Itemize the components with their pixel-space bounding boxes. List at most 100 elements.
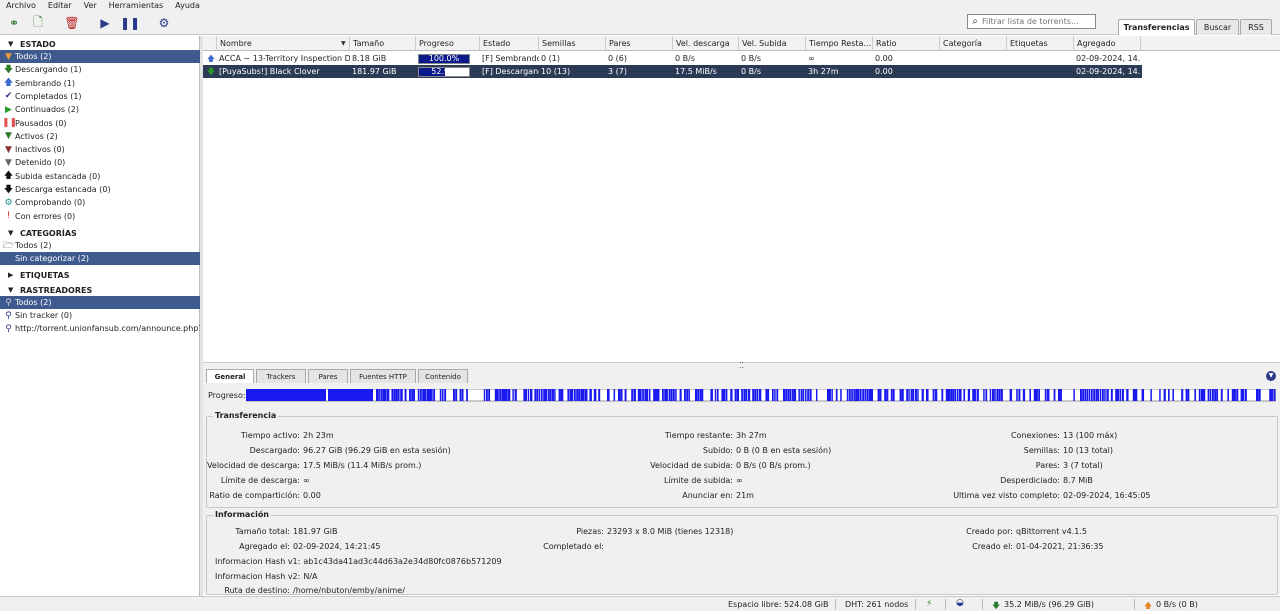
detail-field: Creado el: 01-04-2021, 21:36:35 [963, 542, 1103, 552]
column-header[interactable]: Vel. Subida [739, 36, 806, 51]
piece-block [871, 389, 874, 401]
piece-block [901, 389, 904, 401]
piece-block [508, 389, 511, 401]
tracker-item[interactable]: ⚲ Sin tracker (0) [0, 309, 200, 322]
tab-transferencias[interactable]: Transferencias [1118, 19, 1195, 35]
detail-field: Ultima vez visto completo: 02-09-2024, 16… [948, 491, 1150, 501]
piece-block [624, 389, 627, 401]
piece-block [1141, 389, 1145, 401]
column-header[interactable]: Agregado [1074, 36, 1141, 51]
tab-trackers[interactable]: Trackers [256, 369, 306, 383]
sort-chevron-down-icon[interactable]: ▼ [341, 40, 346, 47]
tab-rss[interactable]: RSS [1240, 19, 1272, 35]
field-value: 3 (7 total) [1063, 461, 1103, 470]
section-categorias[interactable]: ▼ CATEGORÍAS [0, 227, 200, 239]
piece-block [908, 389, 910, 401]
tab-buscar[interactable]: Buscar [1196, 19, 1239, 35]
connection-status-icon[interactable]: ⚡ [926, 599, 932, 609]
piece-block [560, 389, 564, 401]
pause-icon[interactable]: ❚❚ [120, 15, 140, 31]
piece-block [1271, 389, 1274, 401]
gear-icon[interactable]: ⚙ [156, 15, 172, 31]
field-label: Ruta de destino: [224, 586, 290, 594]
column-header[interactable]: Etiquetas [1007, 36, 1074, 51]
pause-icon: ❚❚ [2, 118, 18, 128]
chevron-down-icon[interactable]: ▼ [1266, 371, 1276, 381]
piece-block [576, 389, 579, 401]
piece-block [1163, 389, 1166, 401]
field-label: Informacion Hash v1: [215, 557, 301, 566]
column-header[interactable]: Progreso [416, 36, 480, 51]
table-row[interactable]: 🡇 [PuyaSubs!] Black Clover 181.97 GiB 52.9%… [203, 65, 1142, 78]
status-filter-item[interactable]: 🡇 Descarga estancada (0) [0, 183, 200, 196]
field-label: Desperdiciado: [1000, 476, 1060, 485]
field-label: Anunciar en: [682, 491, 733, 500]
section-etiquetas[interactable]: ▶ ETIQUETAS [0, 269, 200, 281]
tab-fuentes-http[interactable]: Fuentes HTTP [350, 369, 416, 383]
status-filter-item[interactable]: 🡇 Descargando (1) [0, 63, 200, 76]
piece-block [607, 389, 610, 401]
status-filter-item[interactable]: 🡅 Sembrando (1) [0, 77, 200, 90]
tracker-icon: ⚲ [5, 310, 12, 321]
piece-block [1106, 389, 1109, 401]
piece-block [1203, 389, 1206, 401]
status-filter-label: Descarga estancada (0) [15, 185, 111, 194]
status-filter-item[interactable]: 🡅 Subida estancada (0) [0, 170, 200, 183]
column-header[interactable]: Estado [480, 36, 539, 51]
piece-block [554, 389, 556, 401]
column-header[interactable]: Nombre [217, 36, 350, 51]
add-torrent-link-icon[interactable]: ⚭ [6, 15, 22, 31]
piece-block [1016, 389, 1018, 401]
table-row[interactable]: 🡅 ACCA ~ 13-Territory Inspection Dept 8.18… [203, 52, 1142, 65]
status-filter-item[interactable]: ! Con errores (0) [0, 210, 200, 223]
piece-block [754, 389, 757, 401]
filter-search-box[interactable]: ⌕ [967, 14, 1096, 29]
column-header[interactable]: Ratio [873, 36, 940, 51]
menu-editar[interactable]: Editar [42, 0, 78, 11]
speed-limit-icon[interactable]: ◒ [956, 598, 964, 608]
category-item[interactable]: 🗁 Todos (2) [0, 239, 200, 252]
status-filter-item[interactable]: ⚙ Comprobando (0) [0, 196, 200, 209]
tab-pares[interactable]: Pares [308, 369, 348, 383]
column-header[interactable]: Semillas [539, 36, 606, 51]
field-label: Creado el: [972, 542, 1013, 551]
section-title-categorias: CATEGORÍAS [20, 228, 77, 238]
menu-ver[interactable]: Ver [78, 0, 103, 11]
piece-block [816, 389, 818, 401]
status-filter-item[interactable]: ❚❚ Pausados (0) [0, 117, 200, 130]
status-filter-item[interactable]: ▼ Detenido (0) [0, 156, 200, 169]
delete-icon[interactable]: 🗑 [64, 15, 80, 31]
column-header[interactable]: Vel. descarga [673, 36, 739, 51]
tab-contenido[interactable]: Contenido [418, 369, 468, 383]
field-label: Límite de subida: [663, 476, 733, 485]
piece-block [1060, 389, 1062, 401]
field-value: qBittorrent v4.1.5 [1016, 527, 1087, 536]
add-torrent-file-icon[interactable]: 🗋 [30, 15, 46, 31]
column-header[interactable]: Pares [606, 36, 673, 51]
filter-input[interactable] [982, 17, 1092, 26]
piece-block [497, 389, 499, 401]
menu-archivo[interactable]: Archivo [0, 0, 42, 11]
status-filter-item[interactable]: ✔ Completados (1) [0, 90, 200, 103]
piece-block [890, 389, 893, 401]
status-filter-item[interactable]: ▼ Todos (2) [0, 50, 200, 63]
piece-block [411, 389, 414, 401]
piece-block [534, 389, 537, 401]
piece-block [879, 389, 882, 401]
column-header[interactable]: Tamaño [350, 36, 416, 51]
detail-field: Desperdiciado: 8.7 MiB [948, 476, 1093, 486]
tracker-item[interactable]: ⚲ http://torrent.unionfansub.com/announce… [0, 322, 200, 335]
status-filter-item[interactable]: ▶ Continuados (2) [0, 103, 200, 116]
menu-herramientas[interactable]: Herramientas [103, 0, 170, 11]
resume-icon[interactable]: ▶ [97, 15, 113, 31]
status-filter-item[interactable]: ▼ Inactivos (0) [0, 143, 200, 156]
section-estado[interactable]: ▼ ESTADO [0, 38, 200, 50]
tracker-item[interactable]: ⚲ Todos (2) [0, 296, 200, 309]
status-filter-item[interactable]: ▼ Activos (2) [0, 130, 200, 143]
column-header[interactable]: Categoría [940, 36, 1007, 51]
tab-general[interactable]: General [206, 369, 254, 383]
menu-ayuda[interactable]: Ayuda [169, 0, 206, 11]
column-header[interactable]: Tiempo Resta... [806, 36, 873, 51]
category-item[interactable]: Sin categorizar (2) [0, 252, 200, 265]
section-rastreadores[interactable]: ▼ RASTREADORES [0, 284, 200, 296]
